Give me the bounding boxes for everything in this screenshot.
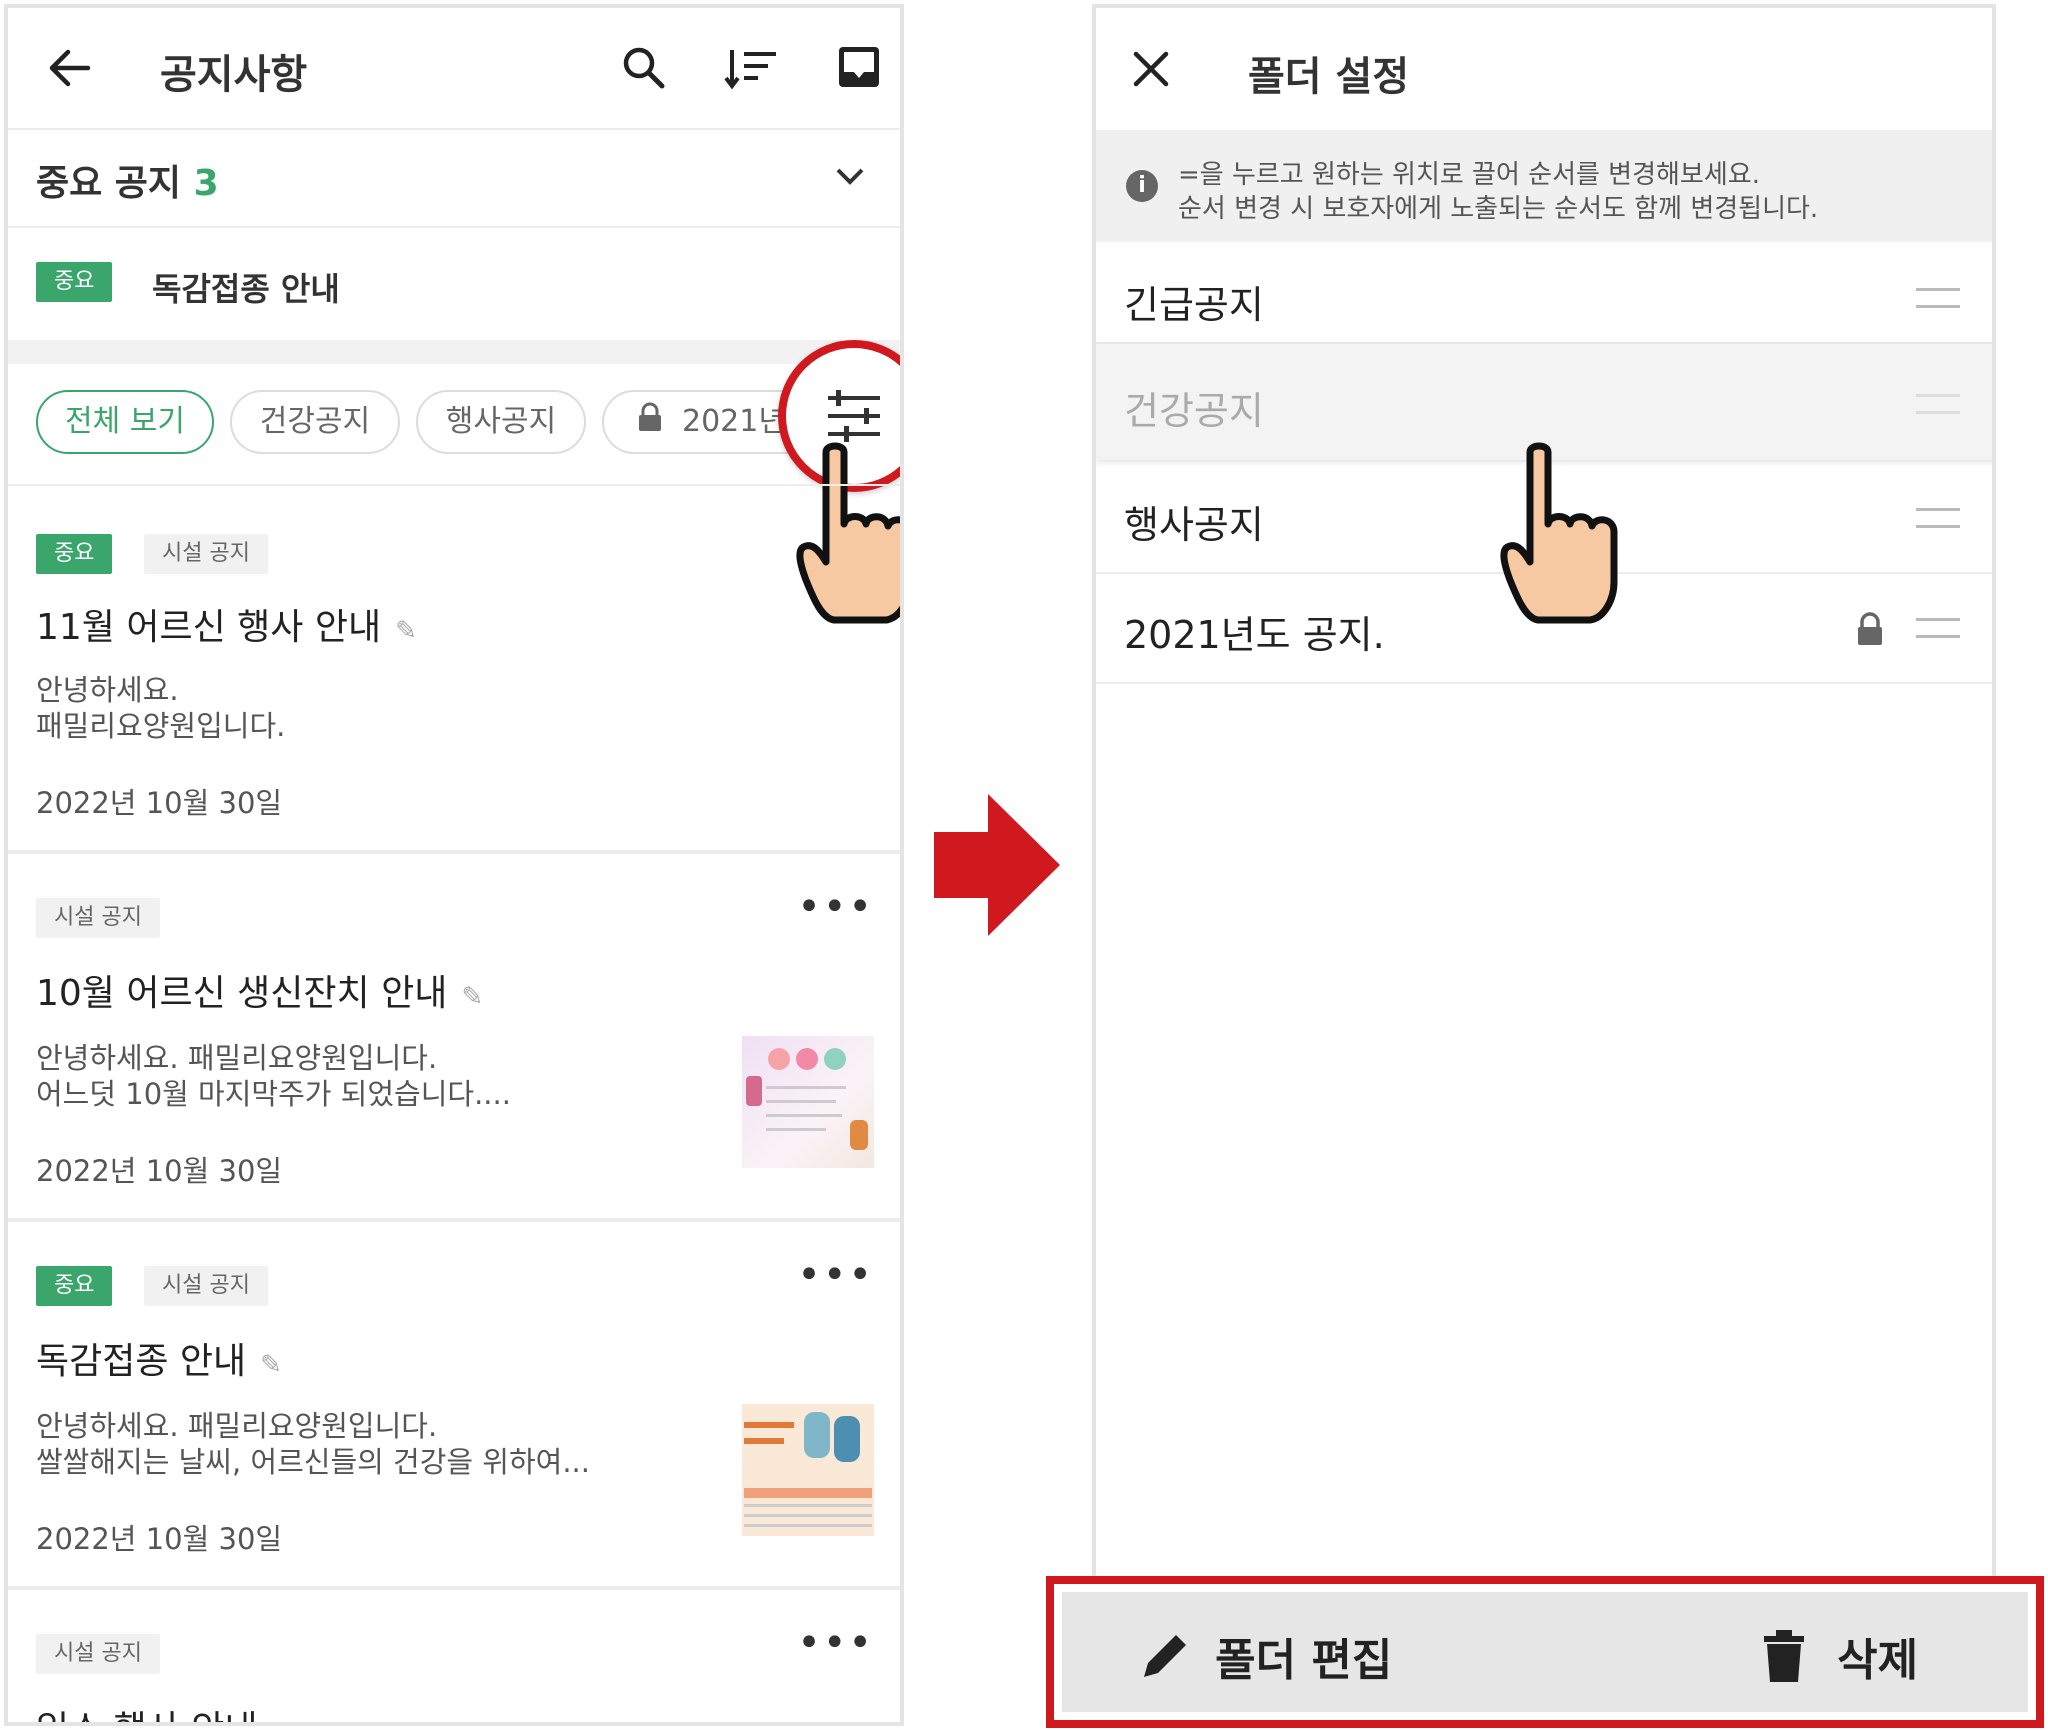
important-section-header[interactable]: 중요 공지 3 [36, 154, 219, 206]
folder-settings-screen: 폴더 설정 i =을 누르고 원하는 위치로 끌어 순서를 변경해보세요. 순서… [1092, 4, 1996, 1624]
edited-icon: ✎ [260, 1350, 282, 1380]
folder-label: 건강공지 [1124, 389, 1264, 433]
more-options-icon[interactable]: ••• [797, 884, 874, 930]
trash-icon [1764, 1630, 1804, 1682]
post-body-line: 안녕하세요. [36, 673, 179, 707]
drag-handle-icon[interactable] [1916, 288, 1960, 308]
post-date: 2022년 10월 30일 [36, 786, 283, 820]
info-line-1: =을 누르고 원하는 위치로 끌어 순서를 변경해보세요. [1178, 160, 1760, 190]
category-tag: 시설 공지 [144, 534, 268, 574]
pointing-hand-icon [1494, 440, 1634, 634]
inbox-button[interactable] [836, 44, 882, 90]
list-item[interactable]: 중요 시설 공지 ••• 독감접종 안내 ✎ 안녕하세요. 패밀리요양원입니다. … [8, 1222, 900, 1586]
folder-edit-button[interactable]: 폴더 편집 [1138, 1624, 1392, 1688]
edited-icon: ✎ [461, 982, 484, 1012]
post-title: 입소 행사 안내✎ [36, 1700, 294, 1722]
post-thumbnail[interactable] [742, 1404, 874, 1536]
list-item[interactable]: 중요 시설 공지 11월 어르신 행사 안내 ✎ 안녕하세요. 패밀리요양원입니다… [8, 486, 900, 850]
post-date: 2022년 10월 30일 [36, 1154, 283, 1188]
category-tag: 시설 공지 [36, 1634, 160, 1674]
post-title: 10월 어르신 생신잔치 안내 ✎ [36, 973, 484, 1014]
post-body-line: 패밀리요양원입니다. [36, 709, 286, 743]
important-label: 중요 공지 [36, 163, 182, 204]
drag-handle-icon[interactable] [1916, 618, 1960, 638]
post-body-line: 안녕하세요. 패밀리요양원입니다. [36, 1409, 438, 1443]
post-date: 2022년 10월 30일 [36, 1522, 283, 1556]
arrow-left-icon [49, 49, 91, 87]
info-line-2: 순서 변경 시 보호자에게 노출되는 순서도 함께 변경됩니다. [1178, 194, 1819, 224]
chip-event[interactable]: 행사공지 [416, 390, 586, 454]
folder-edit-label: 폴더 편집 [1215, 1635, 1393, 1686]
close-button[interactable] [1130, 48, 1172, 90]
sort-icon [724, 50, 776, 90]
lock-icon [638, 393, 662, 453]
edited-icon: ✎ [272, 1718, 294, 1722]
pinned-notice[interactable]: 중요 독감접종 안내 [8, 228, 900, 338]
close-icon [1133, 51, 1169, 87]
post-title: 독감접종 안내 ✎ [36, 1341, 282, 1382]
more-options-icon[interactable]: ••• [797, 1620, 874, 1666]
drag-handle-icon[interactable] [1916, 508, 1960, 528]
post-title: 11월 어르신 행사 안내 ✎ [36, 607, 417, 648]
delete-button[interactable]: 삭제 [1762, 1624, 1918, 1688]
post-body-line: 안녕하세요. 패밀리요양원입니다. [36, 1041, 438, 1075]
important-tag: 중요 [36, 534, 113, 574]
delete-label: 삭제 [1837, 1635, 1919, 1686]
section-divider [8, 340, 900, 364]
chip-all[interactable]: 전체 보기 [36, 390, 214, 454]
page-title: 폴더 설정 [1248, 54, 1410, 100]
arrow-right-icon [932, 792, 1064, 942]
back-button[interactable] [44, 42, 96, 94]
chevron-down-icon[interactable] [834, 166, 866, 190]
folder-label: 행사공지 [1124, 503, 1264, 547]
important-tag: 중요 [36, 1266, 113, 1306]
pencil-icon [1144, 1635, 1186, 1677]
search-button[interactable] [620, 44, 668, 92]
inbox-icon [839, 47, 879, 87]
post-thumbnail[interactable] [742, 1036, 874, 1168]
folder-row[interactable]: 긴급공지 [1096, 242, 1992, 352]
pinned-title: 독감접종 안내 [152, 270, 340, 308]
info-icon: i [1126, 170, 1158, 202]
more-options-icon[interactable]: ••• [797, 1252, 874, 1298]
chip-health[interactable]: 건강공지 [230, 390, 400, 454]
post-body-line: 어느덧 10월 마지막주가 되었습니다.... [36, 1077, 511, 1111]
bottom-action-bar: 폴더 편집 삭제 [1046, 1576, 2044, 1728]
notice-list-screen: 공지사항 중요 공지 3 중요 독감접종 안내 전체 보기 건강공지 행사공지 … [4, 4, 904, 1726]
info-banner: i =을 누르고 원하는 위치로 끌어 순서를 변경해보세요. 순서 변경 시 … [1096, 130, 1992, 242]
important-tag: 중요 [36, 262, 113, 302]
list-item[interactable]: 시설 공지 ••• 입소 행사 안내✎ [8, 1590, 900, 1722]
edited-icon: ✎ [395, 616, 417, 646]
search-icon [623, 47, 665, 89]
post-body-line: 쌀쌀해지는 날씨, 어르신들의 건강을 위하여... [36, 1445, 590, 1479]
category-tag: 시설 공지 [36, 898, 160, 938]
chip-2021-label: 2021년 [682, 404, 786, 439]
folder-label: 2021년도 공지. [1124, 613, 1385, 657]
folder-label: 긴급공지 [1124, 283, 1264, 327]
list-item[interactable]: 시설 공지 ••• 10월 어르신 생신잔치 안내 ✎ 안녕하세요. 패밀리요양원… [8, 854, 900, 1218]
drag-handle-icon[interactable] [1916, 394, 1960, 414]
sort-button[interactable] [724, 46, 780, 92]
important-count: 3 [193, 163, 219, 204]
category-tag: 시설 공지 [144, 1266, 268, 1306]
lock-icon [1856, 612, 1884, 650]
page-title: 공지사항 [160, 52, 308, 98]
